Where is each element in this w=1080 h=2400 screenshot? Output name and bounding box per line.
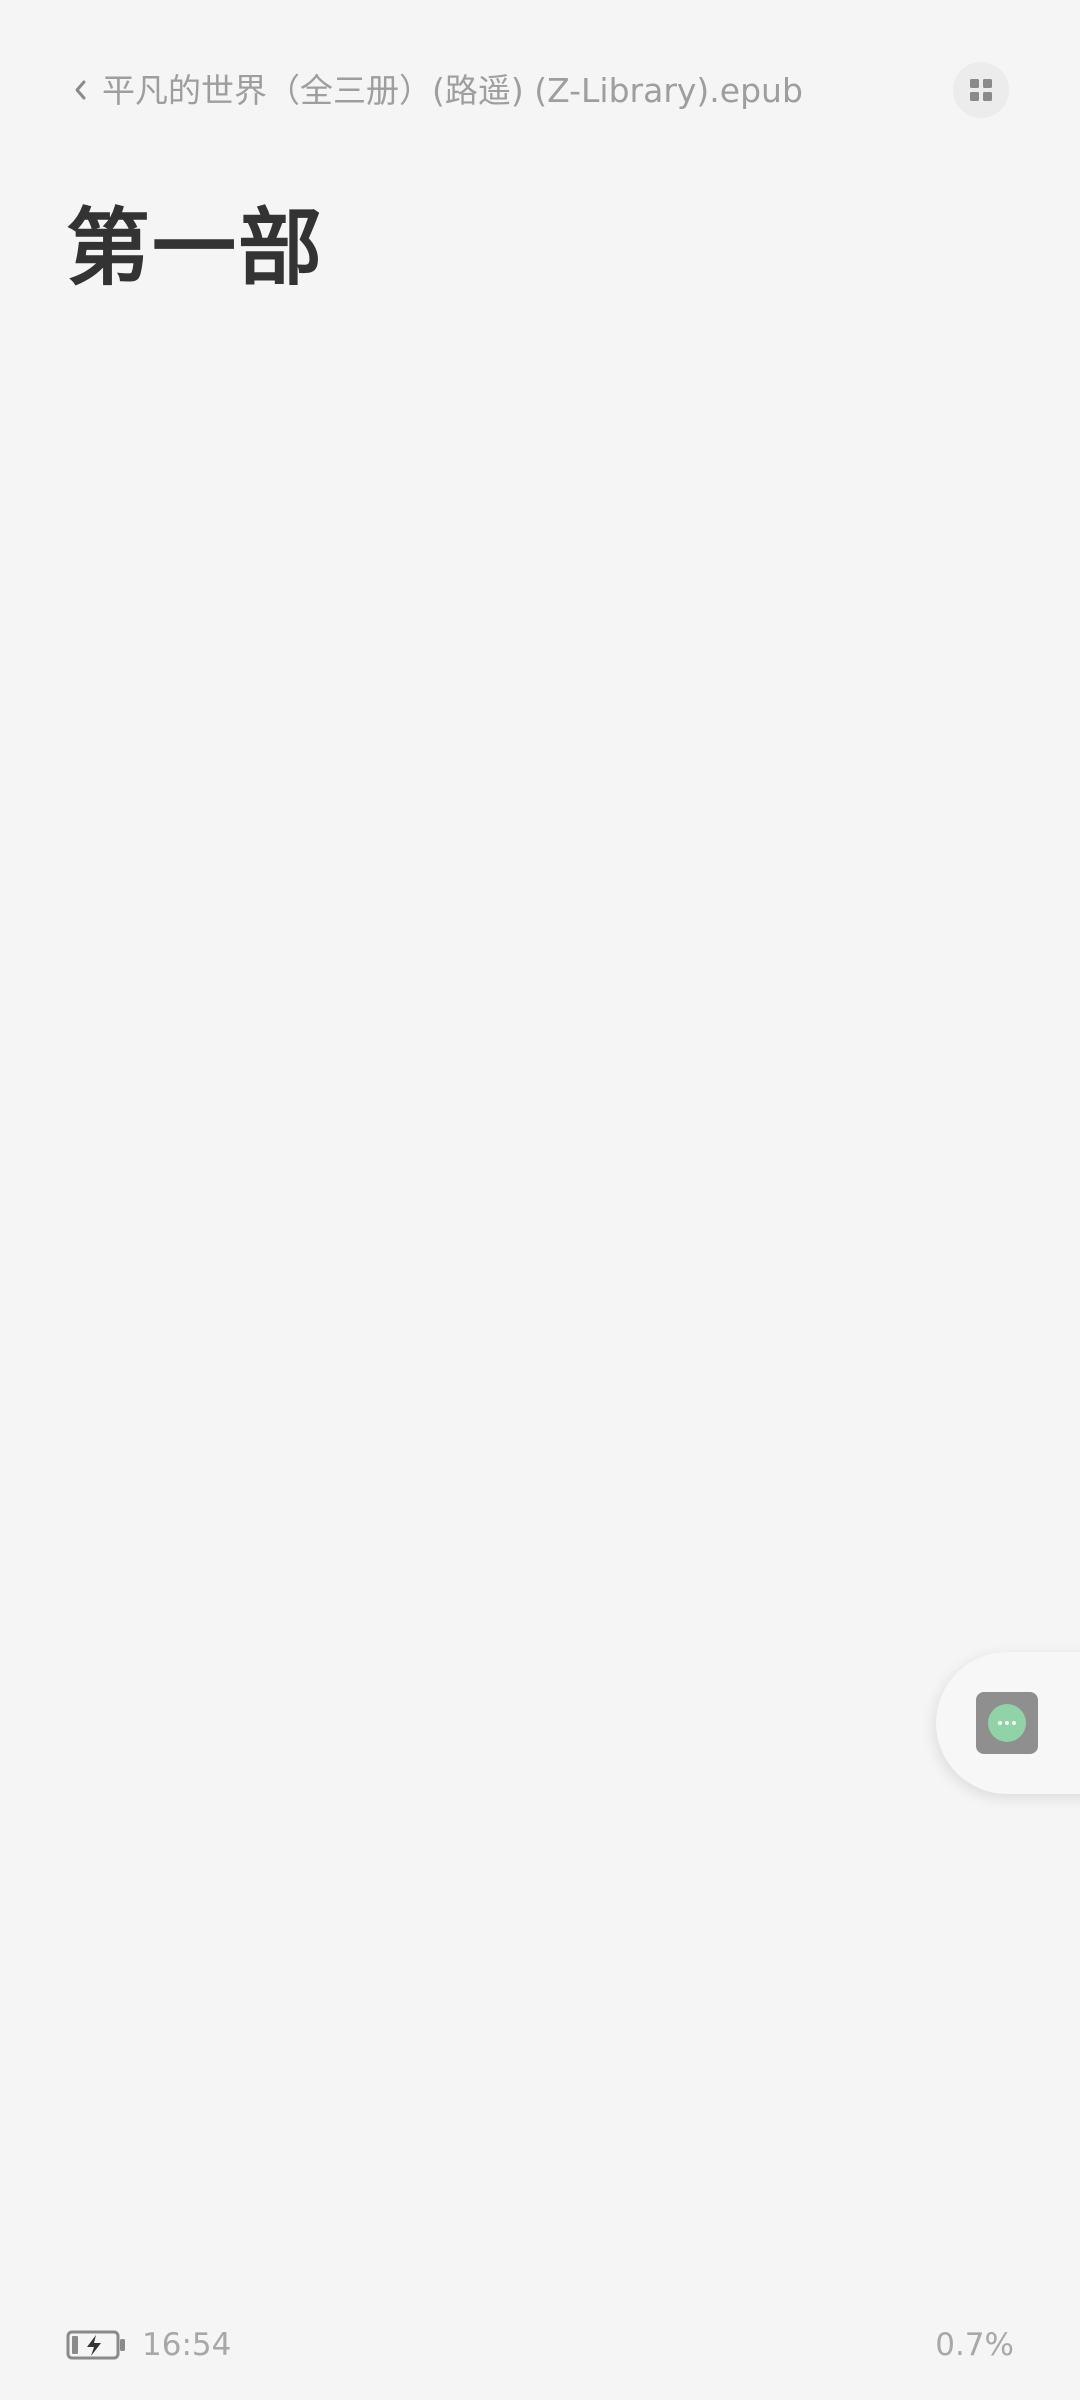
back-button[interactable] [62, 62, 98, 118]
grid-menu-button[interactable] [953, 62, 1009, 118]
book-title[interactable]: 平凡的世界（全三册）(路遥) (Z-Library).epub [102, 64, 803, 118]
reading-progress: 0.7% [935, 2327, 1014, 2363]
battery-charging-icon [66, 2330, 125, 2360]
floating-assist-button[interactable] [976, 1692, 1038, 1754]
more-dots-icon [988, 1704, 1026, 1742]
grid-icon [970, 79, 992, 101]
chapter-heading: 第一部 [66, 198, 325, 297]
clock-time: 16:54 [142, 2327, 232, 2363]
chevron-left-icon [75, 80, 86, 100]
reader-top-bar: 平凡的世界（全三册）(路遥) (Z-Library).epub [0, 0, 1080, 180]
reader-status-bar: 16:54 0.7% [0, 2310, 1080, 2380]
